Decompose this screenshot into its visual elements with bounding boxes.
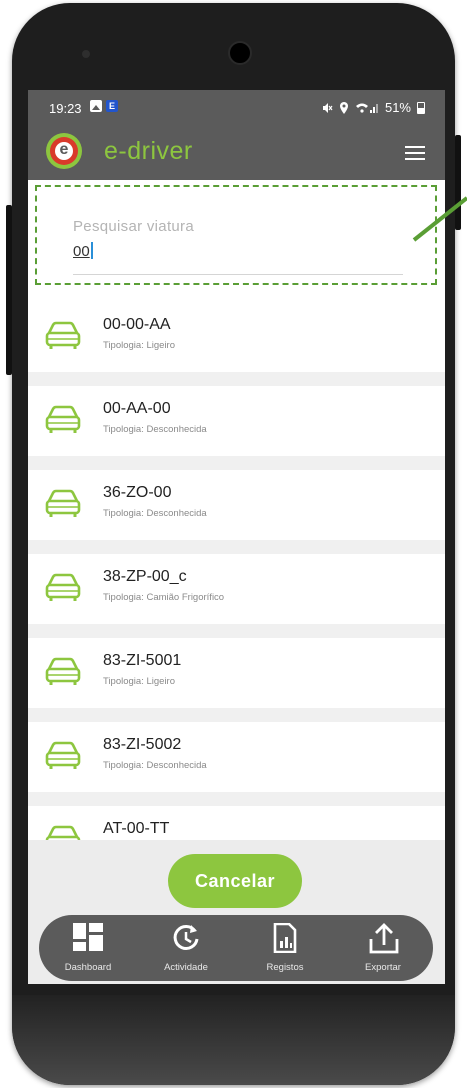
mute-icon [322,102,333,113]
vehicle-plate: 83-ZI-5002 [103,736,182,753]
car-icon [45,657,81,685]
vehicle-plate: AT-00-TT [103,820,170,837]
text-cursor [90,242,93,259]
car-icon [45,741,81,769]
status-bar: 19:23 E 51% [28,90,445,126]
gallery-icon [90,100,102,112]
front-camera [228,41,252,65]
nav-label: Actividade [164,962,208,973]
vehicle-tipologia: Tipologia: Desconhecida [103,424,207,435]
vehicle-item[interactable]: 00-AA-00 Tipologia: Desconhecida [28,386,445,456]
bottom-nav: Dashboard Actividade Registos Exportar [39,915,433,981]
car-icon [45,321,81,349]
vehicle-tipologia: Tipologia: Desconhecida [103,760,207,771]
nav-dashboard[interactable]: Dashboard [43,915,133,981]
vehicle-item[interactable]: 36-ZO-00 Tipologia: Desconhecida [28,470,445,540]
vehicle-tipologia: Tipologia: Ligeiro [103,676,175,687]
report-icon [273,923,297,953]
car-icon [45,405,81,433]
search-input[interactable]: 00 [73,242,93,260]
vehicle-item[interactable]: 38-ZP-00_c Tipologia: Camião Frigorífico [28,554,445,624]
e-app-icon: E [106,100,118,112]
vehicle-plate: 36-ZO-00 [103,484,172,501]
dashboard-icon [73,923,103,951]
phone-chin [12,995,455,1085]
car-icon [45,573,81,601]
search-placeholder: Pesquisar viatura [73,218,194,235]
nav-registos[interactable]: Registos [240,915,330,981]
history-icon [173,924,199,950]
vehicle-tipologia: Tipologia: Camião Frigorífico [103,592,225,603]
nav-exportar[interactable]: Exportar [338,915,428,981]
battery-percent: 51% [384,100,411,115]
hamburger-menu-icon[interactable] [405,146,425,160]
vehicle-tipologia: Tipologia: Ligeiro [103,340,175,351]
vehicle-plate: 00-AA-00 [103,400,171,417]
volume-button [6,205,12,375]
nav-label: Exportar [365,962,401,973]
vehicle-plate: 00-00-AA [103,316,171,333]
vehicle-item[interactable]: 83-ZI-5002 Tipologia: Desconhecida [28,722,445,792]
vehicle-plate: 38-ZP-00_c [103,568,187,585]
nav-actividade[interactable]: Actividade [141,915,231,981]
search-section: Pesquisar viatura 00 [28,180,445,302]
speaker [82,50,90,58]
app-bar: e-driver [28,126,445,180]
e-driver-logo [46,133,82,169]
location-icon [339,101,348,114]
status-notification-icons: E [90,100,118,112]
status-time: 19:23 [49,101,82,116]
vehicle-plate: 83-ZI-5001 [103,652,182,669]
vehicle-tipologia: Tipologia: Desconhecida [103,508,207,519]
vehicle-item[interactable]: 83-ZI-5001 Tipologia: Ligeiro [28,638,445,708]
bottom-actions: Cancelar Dashboard Actividade Registos E… [28,840,445,984]
power-button [455,135,461,230]
app-screen: 19:23 E 51% e-driver Pesquisar viatura 0… [28,90,445,984]
vehicle-item[interactable]: 00-00-AA Tipologia: Ligeiro [28,302,445,372]
status-right: 51% [321,100,425,115]
app-brand: e-driver [104,137,193,165]
search-input-value: 00 [73,243,90,260]
nav-label: Registos [266,962,304,973]
annotation-highlight-box [35,185,437,285]
car-icon [45,489,81,517]
signal-wifi-icon [355,103,378,113]
cancel-button[interactable]: Cancelar [168,854,302,908]
battery-icon [417,101,425,114]
nav-label: Dashboard [64,962,112,973]
search-underline [73,274,403,275]
export-icon [369,923,399,954]
